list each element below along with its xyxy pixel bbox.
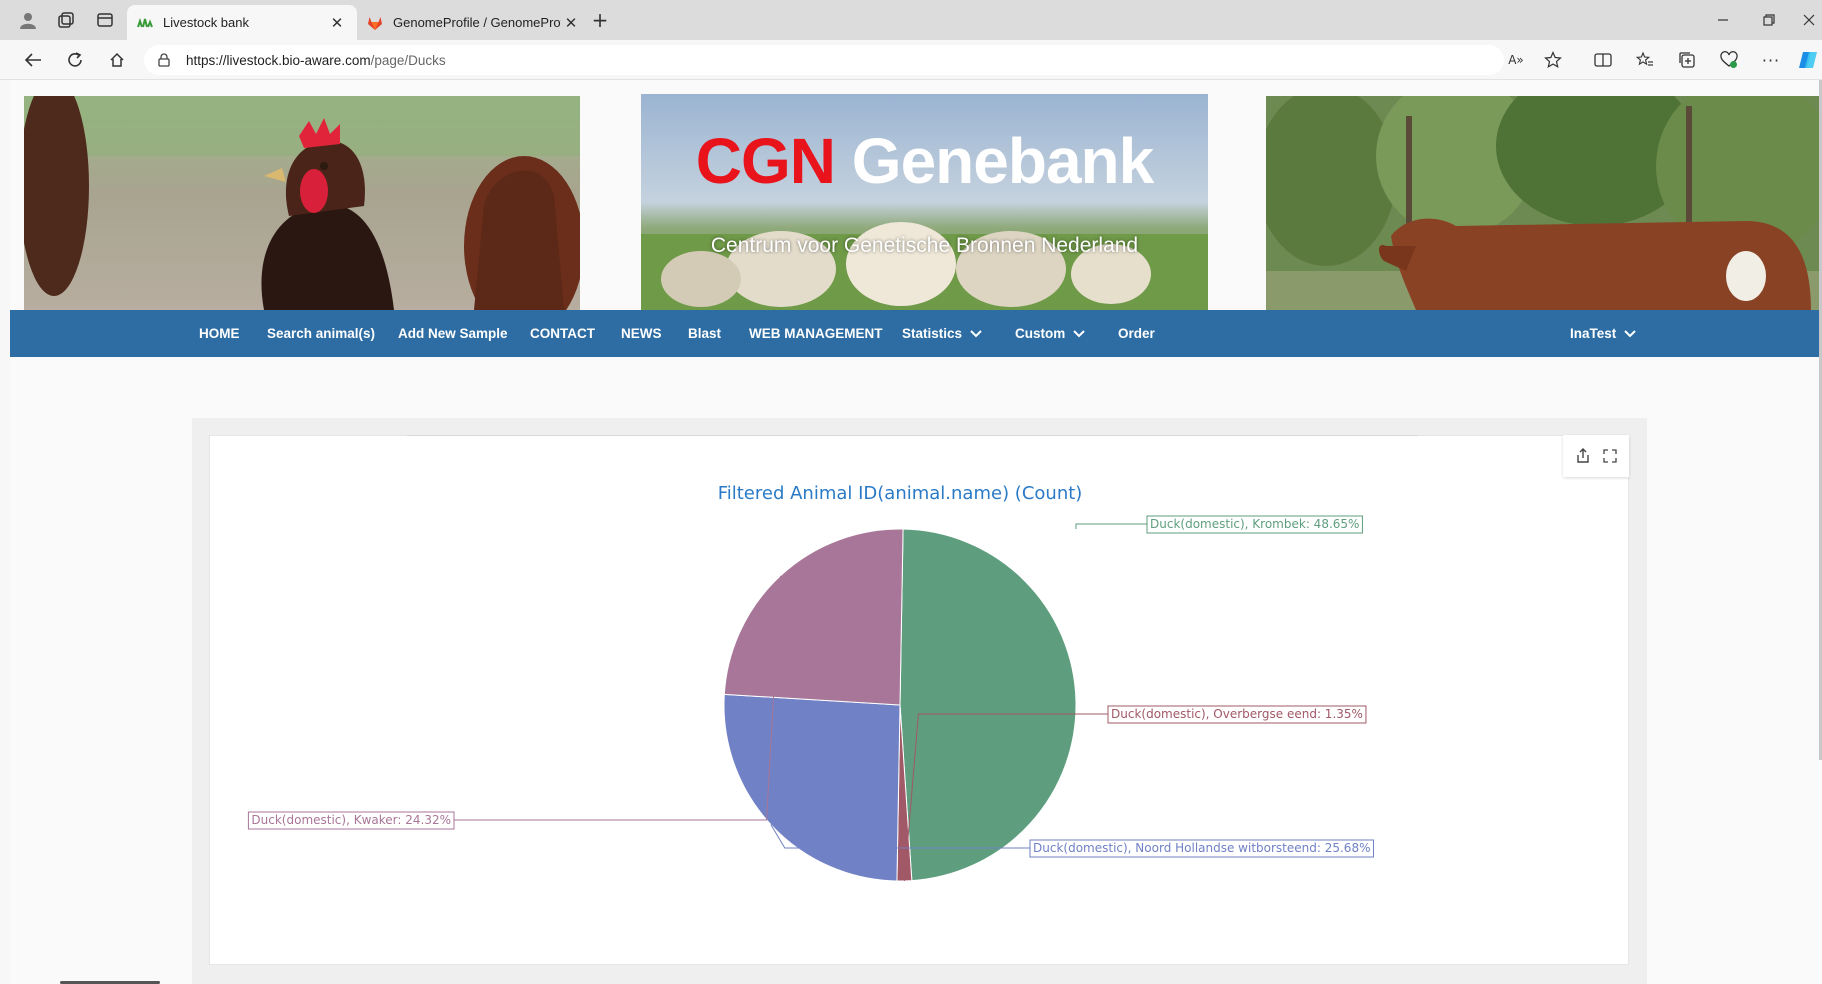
workspaces-icon[interactable] — [54, 8, 78, 32]
url-path: /page/Ducks — [370, 52, 446, 68]
refresh-icon[interactable] — [62, 48, 88, 72]
web-page: CGN Genebank Centrum voor Genetische Bro… — [0, 80, 1822, 984]
favorites-icon[interactable] — [1633, 49, 1657, 71]
profile-icon[interactable] — [16, 8, 40, 32]
close-window-icon[interactable] — [1786, 6, 1822, 34]
url-host: https://livestock.bio-aware.com — [186, 52, 371, 68]
pie-label: Duck(domestic), Kwaker: 24.32% — [251, 813, 451, 827]
pie-slice[interactable] — [723, 693, 901, 882]
tab-actions-icon[interactable] — [93, 8, 117, 32]
read-aloud-icon[interactable]: A» — [1504, 49, 1528, 71]
tab-genomeprofile[interactable]: GenomeProfile / GenomeProfile ✕ — [357, 5, 591, 40]
livestock-favicon-icon — [137, 15, 153, 31]
close-tab-icon[interactable]: ✕ — [561, 14, 581, 32]
url-field[interactable]: https://livestock.bio-aware.com/page/Duc… — [144, 45, 1504, 75]
pie-label: Duck(domestic), Overbergse eend: 1.35% — [1111, 707, 1363, 721]
new-tab-button[interactable]: + — [588, 8, 612, 32]
pie-slices — [723, 528, 1077, 882]
favorite-star-icon[interactable] — [1541, 49, 1565, 71]
pie-label: Duck(domestic), Krombek: 48.65% — [1150, 517, 1359, 531]
lock-icon[interactable] — [158, 53, 172, 67]
collections-icon[interactable] — [1675, 49, 1699, 71]
tab-title: GenomeProfile / GenomeProfile — [393, 15, 561, 30]
gitlab-favicon-icon — [367, 15, 383, 31]
copilot-icon[interactable] — [1796, 49, 1820, 71]
pie-label: Duck(domestic), Noord Hollandse witborst… — [1033, 841, 1370, 855]
extensions-health-icon[interactable] — [1717, 49, 1741, 71]
pie-chart: Filtered Animal ID(animal.name) (Count) … — [247, 483, 1374, 882]
pie-slice[interactable] — [723, 528, 904, 706]
pie-slice[interactable] — [899, 528, 1077, 882]
home-icon[interactable] — [104, 48, 130, 72]
browser-tab-bar: Livestock bank ✕ GenomeProfile / GenomeP… — [0, 0, 1822, 40]
split-screen-icon[interactable] — [1591, 49, 1615, 71]
minimize-icon[interactable] — [1700, 6, 1746, 34]
close-tab-icon[interactable]: ✕ — [327, 14, 347, 32]
tab-livestock-bank[interactable]: Livestock bank ✕ — [127, 5, 357, 40]
more-options-icon[interactable]: ··· — [1759, 49, 1783, 71]
pie-leader-line — [1075, 523, 1147, 529]
browser-address-bar: https://livestock.bio-aware.com/page/Duc… — [0, 40, 1822, 80]
tab-title: Livestock bank — [163, 15, 249, 30]
back-icon[interactable] — [20, 48, 46, 72]
chart-title: Filtered Animal ID(animal.name) (Count) — [718, 483, 1083, 504]
